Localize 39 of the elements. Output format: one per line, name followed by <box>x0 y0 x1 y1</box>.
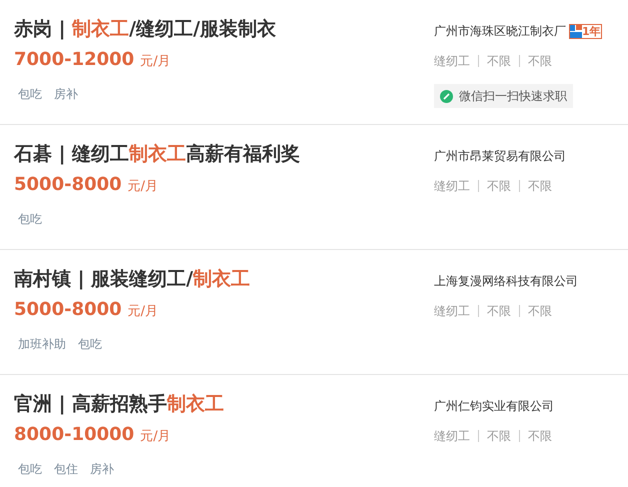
requirement: 不限 <box>487 428 511 445</box>
requirement: 缝纫工 <box>434 303 470 320</box>
requirement: 不限 <box>487 303 511 320</box>
salary: 5000-8000 <box>14 298 122 322</box>
wechat-apply-button[interactable]: 微信扫一扫快速求职 <box>434 84 573 108</box>
salary-unit: 元/月 <box>128 178 158 196</box>
benefit-tag: 包住 <box>50 458 82 480</box>
salary-unit: 元/月 <box>140 53 171 71</box>
requirement: 缝纫工 <box>434 178 470 195</box>
benefit-tag: 房补 <box>86 458 118 480</box>
job-title[interactable]: 官洲 | 高薪招熟手制衣工 <box>14 391 434 417</box>
salary-unit: 元/月 <box>128 303 158 321</box>
logo-icon <box>570 24 582 38</box>
requirement: 不限 <box>487 53 511 70</box>
requirement: 不限 <box>487 178 511 195</box>
requirement: 缝纫工 <box>434 53 470 70</box>
salary: 8000-10000 <box>14 423 134 447</box>
job-title[interactable]: 南村镇 | 服装缝纫工/制衣工 <box>14 266 434 292</box>
benefit-tag: 包吃 <box>14 83 46 105</box>
benefit-tag: 包吃 <box>14 208 46 230</box>
company-name[interactable]: 广州市海珠区晓江制衣厂 <box>434 22 566 40</box>
requirement: 不限 <box>528 428 552 445</box>
company-name[interactable]: 广州市昂莱贸易有限公司 <box>434 147 566 165</box>
requirement: 不限 <box>528 303 552 320</box>
company-name[interactable]: 上海复漫网络科技有限公司 <box>434 272 578 290</box>
salary-unit: 元/月 <box>140 428 171 446</box>
salary: 7000-12000 <box>14 48 134 72</box>
benefit-tag: 房补 <box>50 83 82 105</box>
member-badge: 1年 <box>569 24 602 38</box>
benefit-tag: 包吃 <box>14 458 46 480</box>
company-name[interactable]: 广州仁钧实业有限公司 <box>434 397 554 415</box>
job-title[interactable]: 石碁 | 缝纫工制衣工高薪有福利奖 <box>14 141 434 167</box>
requirement: 不限 <box>528 53 552 70</box>
benefit-tag: 加班补助 <box>14 333 70 355</box>
job-title[interactable]: 赤岗 | 制衣工/缝纫工/服装制衣 <box>14 16 434 42</box>
requirement: 不限 <box>528 178 552 195</box>
benefit-tag: 包吃 <box>74 333 106 355</box>
salary: 5000-8000 <box>14 173 122 197</box>
requirement: 缝纫工 <box>434 428 470 445</box>
